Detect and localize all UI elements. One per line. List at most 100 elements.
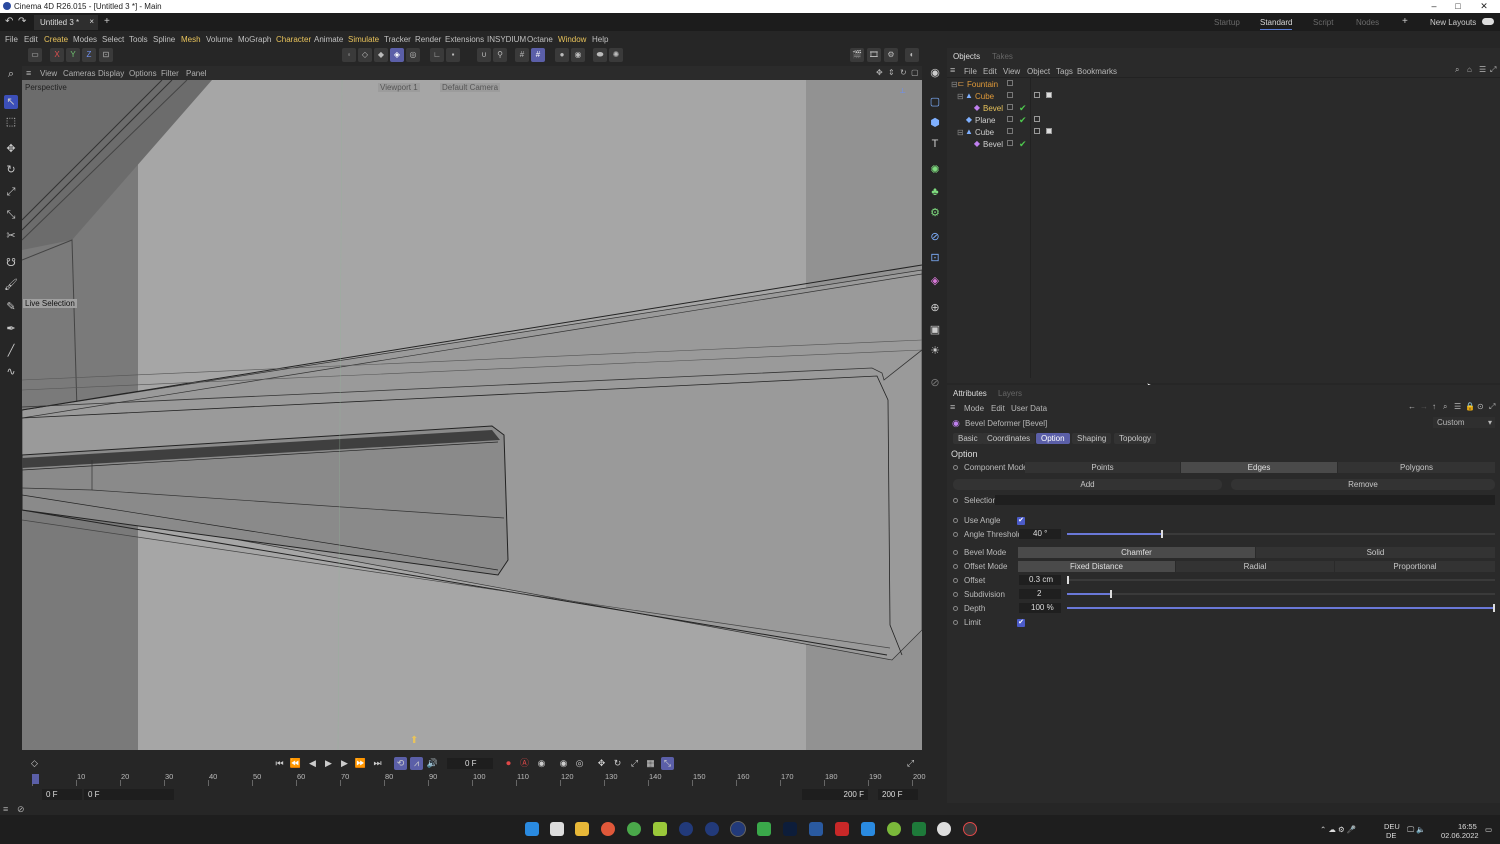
store-icon[interactable] xyxy=(861,822,875,836)
animate-dot-icon[interactable] xyxy=(953,465,958,470)
objects-expand-icon[interactable]: ⤢ xyxy=(1490,65,1496,75)
forward-arrow-icon[interactable]: → xyxy=(1420,402,1428,411)
viewport-rotate-icon[interactable]: ↻ xyxy=(900,68,907,77)
live-selection-icon[interactable]: ↖ xyxy=(4,95,18,109)
brush-tool-icon[interactable]: 🖌 xyxy=(4,278,18,292)
tag-icon[interactable] xyxy=(1034,128,1040,134)
file-explorer-icon[interactable] xyxy=(575,822,589,836)
key-selection-icon[interactable]: ◉ xyxy=(535,757,548,770)
preview-start-field[interactable]: 0 F xyxy=(84,789,174,800)
language-code[interactable]: DEU xyxy=(1384,822,1400,831)
toggle-icon[interactable]: ⬬ xyxy=(593,48,607,62)
viewport-maximize-icon[interactable]: ▢ xyxy=(911,68,919,77)
next-key-icon[interactable]: ⏩ xyxy=(354,757,367,770)
tab-attributes[interactable]: Attributes xyxy=(953,389,987,398)
attributes-menu-edit[interactable]: Edit xyxy=(991,404,1005,413)
axis-x-button[interactable]: X xyxy=(50,48,64,62)
layout-toggle-switch[interactable] xyxy=(1482,18,1494,25)
points-mode-icon[interactable]: ◦ xyxy=(342,48,356,62)
autokey-icon[interactable]: Ⓐ xyxy=(518,757,531,770)
menu-insydium[interactable]: INSYDIUM xyxy=(487,35,526,44)
menu-extensions[interactable]: Extensions xyxy=(445,35,484,44)
visibility-dots-icon[interactable] xyxy=(1007,92,1013,98)
field-icon[interactable]: ⊡ xyxy=(928,251,942,265)
tab-objects[interactable]: Objects xyxy=(953,52,980,61)
bevel-chamfer-button[interactable]: Chamfer xyxy=(1018,547,1255,558)
viewport-menu-display[interactable]: Display xyxy=(98,69,124,78)
target-icon[interactable]: ◉ xyxy=(571,48,585,62)
pla-key-icon[interactable]: ⤡ xyxy=(661,757,674,770)
subtab-shaping[interactable]: Shaping xyxy=(1072,433,1112,444)
spline-object-icon[interactable]: ▢ xyxy=(928,95,942,109)
deformer-icon[interactable]: ⊘ xyxy=(928,230,942,244)
objects-menu-file[interactable]: File xyxy=(964,67,977,76)
use-angle-checkbox[interactable]: ✔ xyxy=(1017,517,1025,525)
playhead-marker[interactable] xyxy=(32,774,39,784)
document-tab[interactable]: Untitled 3 * × xyxy=(34,15,98,30)
attributes-expand-icon[interactable]: ⤢ xyxy=(1489,402,1495,412)
animate-dot-icon[interactable] xyxy=(953,592,958,597)
workplane-icon[interactable]: ▪ xyxy=(446,48,460,62)
animate-dot-icon[interactable] xyxy=(953,620,958,625)
layout-tab-script[interactable]: Script xyxy=(1313,18,1333,27)
menu-edit[interactable]: Edit xyxy=(24,35,38,44)
expand-toggle-icon[interactable]: ⊟ xyxy=(957,128,964,137)
view-toggle-icon[interactable]: ◉ xyxy=(928,66,942,80)
component-edges-button[interactable]: Edges xyxy=(1181,462,1337,473)
add-document-icon[interactable]: + xyxy=(104,16,110,27)
render-region-icon[interactable]: ● xyxy=(555,48,569,62)
objects-menu-bookmarks[interactable]: Bookmarks xyxy=(1077,67,1117,76)
scene-icon[interactable]: ◈ xyxy=(928,274,942,288)
tray-icons[interactable]: ⌃ ☁ ⚙ 🎤 xyxy=(1320,825,1356,834)
enabled-check-icon[interactable]: ✔ xyxy=(1019,139,1027,150)
camera-object-icon[interactable]: ▣ xyxy=(928,323,942,337)
camera-label[interactable]: Default Camera xyxy=(440,83,501,92)
cinema4d-active-taskbar-icon[interactable] xyxy=(730,821,746,837)
subtab-basic[interactable]: Basic xyxy=(953,433,983,444)
objects-menu-object[interactable]: Object xyxy=(1027,67,1050,76)
go-to-end-icon[interactable]: ⏭ xyxy=(371,757,384,770)
effector-icon[interactable]: ⚙ xyxy=(928,206,942,220)
preview-end-field[interactable]: 200 F xyxy=(802,789,868,800)
viewport-menu-view[interactable]: View xyxy=(40,69,57,78)
offset-slider[interactable] xyxy=(1067,576,1495,584)
layout-tab-standard[interactable]: Standard xyxy=(1260,18,1293,30)
menu-file[interactable]: File xyxy=(5,35,18,44)
menu-tracker[interactable]: Tracker xyxy=(384,35,411,44)
current-frame-field[interactable]: 0 F xyxy=(447,758,493,769)
offset-fixed-distance-button[interactable]: Fixed Distance xyxy=(1018,561,1175,572)
viewport-menu-options[interactable]: Options xyxy=(129,69,157,78)
firefox-icon[interactable] xyxy=(601,822,615,836)
limit-checkbox[interactable]: ✔ xyxy=(1017,619,1025,627)
end-frame-field[interactable]: 200 F xyxy=(878,789,918,800)
menu-spline[interactable]: Spline xyxy=(153,35,175,44)
param-key-icon[interactable]: ▦ xyxy=(644,757,657,770)
paint-tool-icon[interactable]: ✎ xyxy=(4,300,18,314)
subtab-topology[interactable]: Topology xyxy=(1114,433,1157,444)
add-layout-icon[interactable]: + xyxy=(1402,16,1408,27)
keyframe-icon[interactable]: ◇ xyxy=(28,757,41,770)
app-white-icon[interactable] xyxy=(937,822,951,836)
viewport-menu-filter[interactable]: Filter xyxy=(161,69,179,78)
new-layouts-button[interactable]: New Layouts xyxy=(1430,18,1476,27)
snap-axis-icon[interactable]: ∟ xyxy=(430,48,444,62)
rotation-key-icon[interactable]: ↻ xyxy=(611,757,624,770)
soft-selection-icon[interactable]: ⚲ xyxy=(493,48,507,62)
menu-volume[interactable]: Volume xyxy=(206,35,233,44)
knife-tool-icon[interactable]: ✂ xyxy=(4,229,18,243)
menu-select[interactable]: Select xyxy=(102,35,124,44)
objects-search-icon[interactable]: ⌕ xyxy=(1455,65,1459,75)
visibility-dots-icon[interactable] xyxy=(1007,140,1013,146)
render-picture-viewer-icon[interactable]: 🎞 xyxy=(867,48,881,62)
enabled-check-icon[interactable]: ✔ xyxy=(1019,103,1027,114)
disabled-tool-icon[interactable]: ⊘ xyxy=(928,376,942,390)
notification-icon[interactable]: ▭ xyxy=(1485,825,1492,834)
motion-path-icon[interactable]: ◎ xyxy=(573,757,586,770)
depth-field[interactable]: 100 % xyxy=(1019,603,1061,613)
status-menu-icon[interactable]: ≡ xyxy=(3,804,8,814)
menu-character[interactable]: Character xyxy=(276,35,311,44)
document-tab-close-icon[interactable]: × xyxy=(89,17,94,26)
angle-threshold-slider[interactable] xyxy=(1067,530,1495,538)
attributes-filter-icon[interactable]: ☰ xyxy=(1454,402,1461,411)
layout-tab-nodes[interactable]: Nodes xyxy=(1356,18,1379,27)
